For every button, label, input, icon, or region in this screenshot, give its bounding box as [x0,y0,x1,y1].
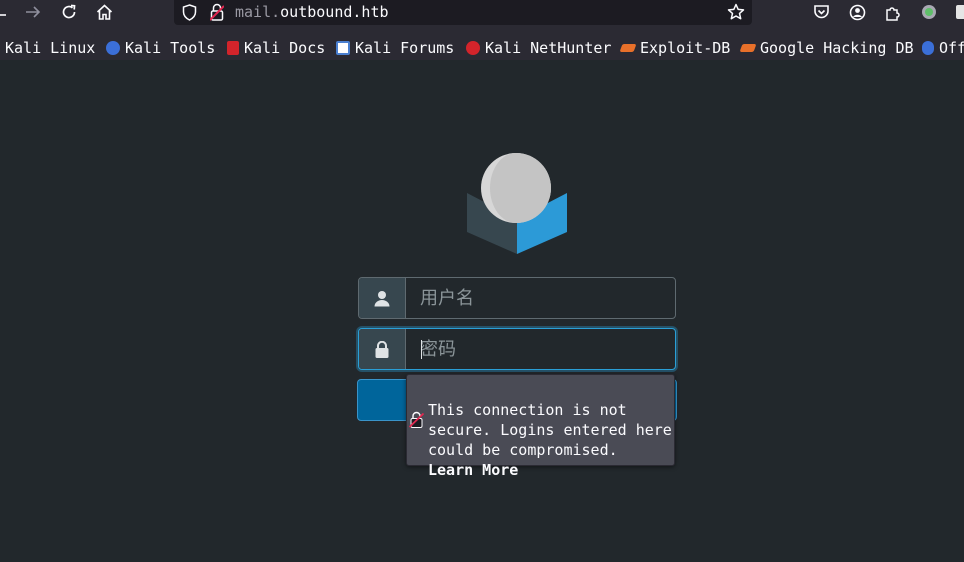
bookmarks-toolbar: Kali Linux Kali Tools Kali Docs Kali For… [0,36,964,60]
arrow-left-icon [0,14,6,16]
insecure-lock-icon[interactable] [210,3,224,21]
kali-docs-icon [227,41,239,55]
url-domain: outbound.htb [280,3,389,21]
pocket-button[interactable] [811,0,831,24]
bookmark-kali-nethunter[interactable]: Kali NetHunter [466,38,611,58]
insecure-login-warning: This connection is not secure. Logins en… [406,374,675,479]
reload-icon [62,4,76,19]
username-addon [359,278,406,318]
extension-dot-icon [922,5,936,19]
bookmark-label: Off [939,39,964,57]
username-field [358,277,676,319]
menu-icon [956,5,964,19]
account-icon [849,4,865,20]
password-addon [359,329,406,369]
bookmark-label: Kali NetHunter [485,39,612,57]
roundcube-logo [467,153,567,254]
bookmark-kali-tools[interactable]: Kali Tools [106,38,215,58]
url-bar[interactable]: mail.outbound.htb [174,0,752,25]
user-icon [374,290,390,306]
password-field [358,328,676,370]
arrow-right-icon [26,6,41,18]
bookmark-label: Exploit-DB [640,39,731,57]
lock-icon [375,340,389,358]
forward-button[interactable] [24,0,42,24]
reload-button[interactable] [60,0,78,24]
insecure-lock-icon [409,411,424,428]
kali-forums-icon [336,41,350,55]
url-subdomain: mail. [235,3,281,21]
bookmark-kali-linux[interactable]: Kali Linux [5,38,95,58]
bookmark-exploit-db[interactable]: Exploit-DB [619,38,731,58]
kali-nethunter-icon [466,41,480,55]
menu-edge-button[interactable] [956,0,964,24]
home-button[interactable] [95,0,113,24]
username-input[interactable] [406,278,674,318]
extensions-icon [885,6,900,21]
url-text[interactable]: mail.outbound.htb [235,3,389,21]
offsec-icon [922,41,934,55]
pocket-icon [813,5,829,19]
text-cursor [421,340,422,359]
learn-more-link[interactable]: Learn More [428,460,672,480]
home-icon [96,4,112,20]
password-input[interactable] [406,329,674,369]
shield-icon[interactable] [182,4,197,21]
exploit-db-icon [619,44,637,52]
kali-tools-icon [106,41,120,55]
page-content: This connection is not secure. Logins en… [0,60,964,562]
warning-text-block: This connection is not secure. Logins en… [428,380,672,500]
extensions-button[interactable] [883,0,903,24]
bookmark-label: Kali Linux [5,39,96,57]
google-hacking-db-icon [739,44,757,52]
bookmark-label: Kali Forums [355,39,455,57]
bookmark-kali-forums[interactable]: Kali Forums [336,38,454,58]
bookmark-kali-docs[interactable]: Kali Docs [227,38,325,58]
bookmark-google-hacking-db[interactable]: Google Hacking DB [739,38,914,58]
bookmark-offsec[interactable]: Off [922,38,964,58]
extension-button[interactable] [919,0,939,24]
navigation-toolbar: mail.outbound.htb [0,0,964,25]
warning-message: This connection is not secure. Logins en… [428,401,672,459]
star-icon[interactable] [727,3,745,21]
bookmark-label: Kali Docs [244,39,326,57]
back-button[interactable] [0,0,8,24]
account-button[interactable] [847,0,867,24]
bookmark-label: Kali Tools [125,39,216,57]
bookmark-label: Google Hacking DB [760,39,914,57]
